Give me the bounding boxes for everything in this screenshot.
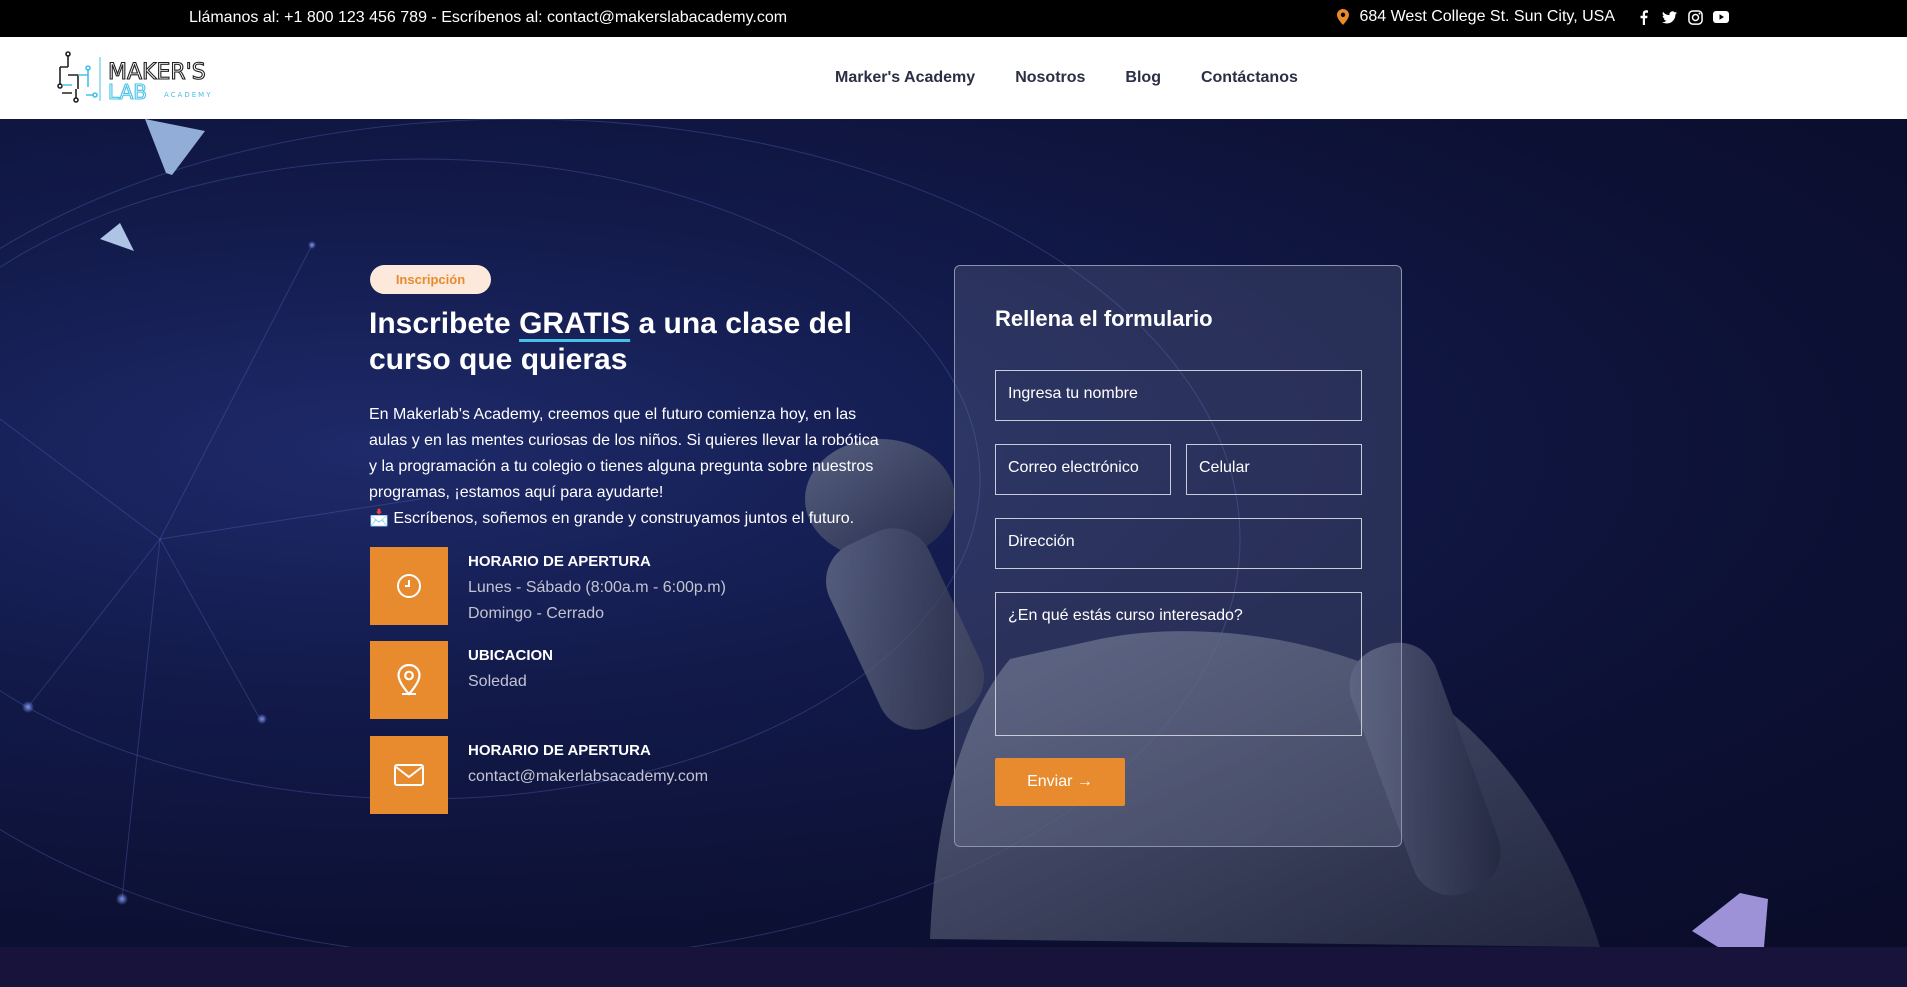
hero-description: En Makerlab's Academy, creemos que el fu… [369, 402, 889, 532]
form-title: Rellena el formulario [995, 306, 1213, 331]
info-location-label: UBICACION [468, 647, 553, 664]
email-input[interactable]: Correo electrónico [995, 444, 1171, 495]
nav-blog[interactable]: Blog [1125, 69, 1161, 87]
instagram-icon[interactable] [1687, 9, 1703, 25]
site-header: MAKER'S LAB ACADEMY Marker's Academy Nos… [0, 37, 1907, 119]
title-pre: Inscribete [369, 307, 520, 340]
info-hours-label: HORARIO DE APERTURA [468, 553, 651, 570]
info-location-value: Soledad [468, 673, 527, 690]
svg-text:ACADEMY: ACADEMY [164, 91, 212, 99]
info-email-label: HORARIO DE APERTURA [468, 742, 651, 759]
inscripcion-badge: Inscripción [370, 265, 491, 294]
envelope-icon [370, 736, 448, 814]
svg-text:LAB: LAB [108, 80, 147, 104]
top-bar: Llámanos al: +1 800 123 456 789 - Escríb… [0, 0, 1907, 37]
description-cta: 📩 Escríbenos, soñemos en grande y constr… [369, 510, 855, 527]
phone-input[interactable]: Celular [1186, 444, 1362, 495]
contact-info: Llámanos al: +1 800 123 456 789 - Escríb… [189, 9, 788, 26]
map-pin-icon [1337, 9, 1350, 25]
social-links [1635, 9, 1729, 25]
nav-makers-academy[interactable]: Marker's Academy [835, 69, 975, 87]
clock-icon [370, 547, 448, 625]
makers-lab-logo[interactable]: MAKER'S LAB ACADEMY [52, 49, 262, 107]
info-location: UBICACION Soledad [370, 641, 553, 719]
top-bar-right: 684 West College St. Sun City, USA [1337, 8, 1729, 26]
footer-strip [0, 947, 1907, 987]
facebook-icon[interactable] [1635, 9, 1651, 25]
nav-nosotros[interactable]: Nosotros [1015, 69, 1085, 87]
name-input[interactable]: Ingresa tu nombre [995, 370, 1362, 421]
title-highlight: GRATIS [519, 307, 631, 340]
address-text: 684 West College St. Sun City, USA [1359, 8, 1615, 25]
location-pin-icon [370, 641, 448, 719]
main-nav: Marker's Academy Nosotros Blog Contáctan… [835, 37, 1298, 119]
hero-title: Inscribete GRATIS a una clase del curso … [369, 306, 869, 378]
description-text: En Makerlab's Academy, creemos que el fu… [369, 406, 879, 501]
address-input[interactable]: Dirección [995, 518, 1362, 569]
enrollment-form: Rellena el formulario Ingresa tu nombre … [954, 265, 1402, 847]
info-hours: HORARIO DE APERTURA Lunes - Sábado (8:00… [370, 547, 726, 627]
info-email-value[interactable]: contact@makerlabsacademy.com [468, 764, 708, 790]
info-email: HORARIO DE APERTURA contact@makerlabsaca… [370, 736, 708, 814]
twitter-icon[interactable] [1661, 9, 1677, 25]
info-hours-sunday: Domingo - Cerrado [468, 605, 605, 622]
course-interest-textarea[interactable]: ¿En qué estás curso interesado? [995, 592, 1362, 736]
info-hours-weekdays: Lunes - Sábado (8:00a.m - 6:00p.m) [468, 579, 726, 596]
submit-button[interactable]: Enviar → [995, 758, 1125, 806]
youtube-icon[interactable] [1713, 9, 1729, 25]
nav-contactanos[interactable]: Contáctanos [1201, 69, 1298, 87]
